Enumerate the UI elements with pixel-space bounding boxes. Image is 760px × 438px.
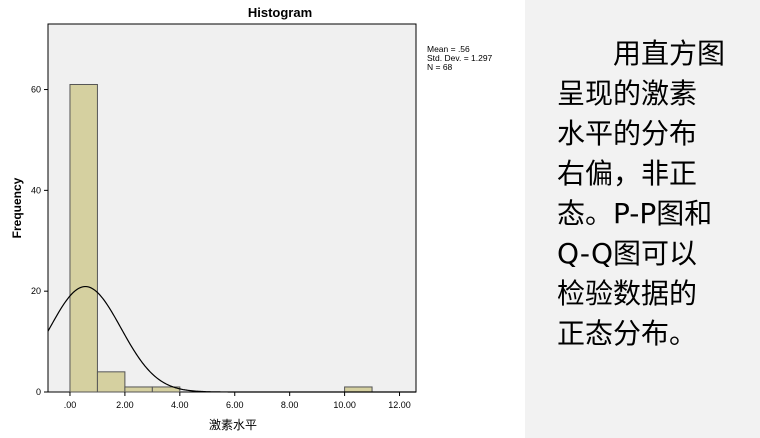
x-tick-label: 2.00 (116, 400, 134, 410)
side-text-line-2: 呈现的激素 (557, 77, 698, 110)
y-tick-label: 60 (31, 85, 41, 95)
x-tick-label: 4.00 (171, 400, 189, 410)
plot-area (47, 23, 417, 393)
chart-panel: Histogram Frequency 激素水平 .00 2.00 4.00 6.00… (0, 0, 525, 438)
x-tick-label: 8.00 (281, 400, 299, 410)
y-tick-label: 20 (31, 286, 41, 296)
chart-title: Histogram (248, 5, 312, 20)
x-tick-label: 10.00 (333, 400, 356, 410)
x-tick-label: 6.00 (226, 400, 244, 410)
side-text-line-6: Q-Q图可以 (557, 237, 697, 270)
side-text-line-5: 态。P-P图和 (557, 197, 713, 230)
side-text-line-8: 正态分布。 (557, 317, 698, 350)
stats-box: Mean = .56 Std. Dev. = 1.297 N = 68 (427, 44, 493, 72)
x-tick-label: .00 (64, 400, 77, 410)
side-text-line-1: 用直方图 (557, 37, 726, 70)
x-tick-label: 12.00 (388, 400, 411, 410)
x-axis-label: 激素水平 (209, 418, 257, 432)
histogram-bar (124, 386, 153, 393)
histogram-bar (344, 386, 373, 393)
side-text: 用直方图 呈现的激素 水平的分布 右偏，非正 态。P-P图和 Q-Q图可以 检验… (557, 34, 757, 354)
side-text-line-7: 检验数据的 (557, 277, 698, 310)
y-tick-label: 0 (36, 387, 41, 397)
histogram-bar (69, 83, 98, 393)
side-text-line-3: 水平的分布 (557, 117, 698, 150)
histogram-bar (96, 371, 126, 393)
histogram-chart: Histogram Frequency 激素水平 .00 2.00 4.00 6.00… (10, 5, 493, 432)
side-text-line-4: 右偏，非正 (557, 157, 698, 190)
y-axis-label: Frequency (10, 177, 24, 238)
stats-n: N = 68 (427, 62, 453, 72)
y-tick-label: 40 (31, 185, 41, 195)
